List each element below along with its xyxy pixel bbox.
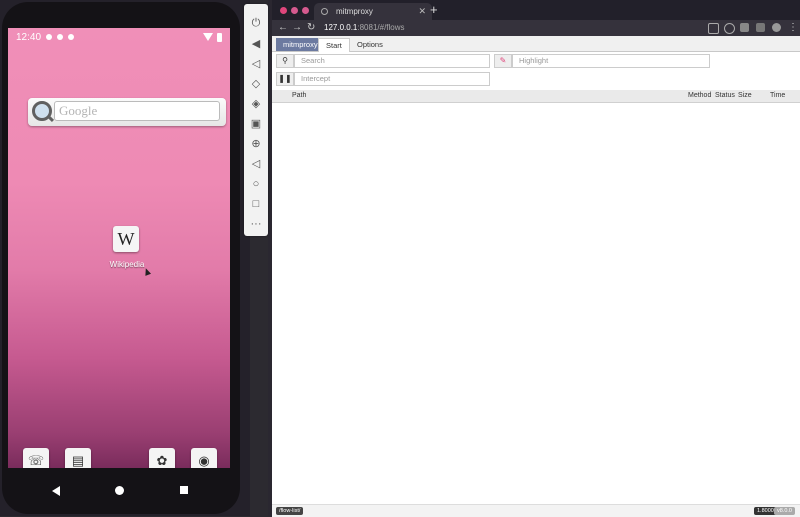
highlight-icon: ✎ [494, 54, 512, 68]
home-icon[interactable] [115, 486, 124, 495]
phone-app-icon[interactable]: ☏ [23, 448, 49, 468]
rotate-left-icon[interactable]: ◇ [248, 77, 264, 91]
extension-icon[interactable] [756, 23, 765, 32]
close-window-icon[interactable] [280, 7, 287, 14]
volume-up-icon[interactable]: ◀ [248, 37, 264, 51]
search-filter: ⚲ Search [276, 54, 490, 68]
intercept-filter: ❚❚ Intercept [276, 72, 490, 86]
search-input[interactable]: Search [294, 54, 490, 68]
store-app-icon[interactable]: ✿ [149, 448, 175, 468]
pause-icon: ❚❚ [276, 72, 294, 86]
google-search-input[interactable]: Google [54, 101, 220, 121]
tab-title: mitmproxy [336, 7, 373, 16]
notification-icon [57, 34, 64, 40]
flow-list [272, 103, 800, 503]
back-arrow-icon[interactable]: ← [278, 20, 288, 36]
tab-start[interactable]: Start [318, 38, 350, 52]
rotate-right-icon[interactable]: ◈ [248, 97, 264, 111]
tab-options[interactable]: Options [350, 38, 390, 51]
emulator-toolbar: ⏻ ◀ ◁ ◇ ◈ ▣ ⊕ ◁ ○ □ ··· [244, 4, 268, 236]
reload-icon[interactable]: ↻ [307, 20, 315, 36]
camera-icon[interactable]: ▣ [248, 117, 264, 131]
bookmark-star-icon[interactable] [724, 23, 735, 34]
overview-icon[interactable]: □ [248, 197, 264, 211]
new-tab-button[interactable]: + [430, 2, 438, 18]
home-icon[interactable]: ○ [248, 177, 264, 191]
profile-icon[interactable] [772, 23, 781, 32]
volume-down-icon[interactable]: ◁ [248, 57, 264, 71]
browser-tab-bar: mitmproxy ✕ + [272, 0, 800, 20]
zoom-icon[interactable]: ⊕ [248, 137, 264, 151]
status-time: 12:40 [16, 31, 42, 43]
share-icon[interactable] [708, 23, 719, 34]
battery-icon [217, 32, 222, 42]
search-icon [32, 101, 52, 121]
intercept-input[interactable]: Intercept [294, 72, 490, 86]
extension-icon[interactable] [740, 23, 749, 32]
search-icon: ⚲ [276, 54, 294, 68]
mitmproxy-footer: /flow-list/ 1.8000 v8.0.0 [272, 504, 800, 517]
browser-window: mitmproxy ✕ + ← → ↻ 127.0.0.1:8081/#/flo… [272, 0, 800, 517]
notification-icon [46, 34, 53, 40]
highlight-input[interactable]: Highlight [512, 54, 710, 68]
notification-icon [68, 34, 75, 40]
globe-icon [321, 8, 328, 15]
close-tab-icon[interactable]: ✕ [418, 3, 426, 20]
footer-version-badge: v8.0.0 [774, 507, 795, 515]
back-icon[interactable] [52, 486, 60, 496]
messages-app-icon[interactable]: ▤ [65, 448, 91, 468]
column-path[interactable]: Path [292, 90, 306, 102]
highlight-filter: ✎ Highlight [494, 54, 710, 68]
forward-arrow-icon[interactable]: → [292, 20, 302, 36]
flow-table-header: Path Method Status Size Time [272, 90, 800, 103]
browser-tab[interactable]: mitmproxy ✕ [314, 3, 432, 20]
column-size[interactable]: Size [738, 90, 752, 102]
android-home-screen[interactable]: Google W Wikipedia ☏ ▤ ✿ ◉ [8, 28, 230, 468]
wifi-icon [203, 33, 213, 41]
minimize-window-icon[interactable] [291, 7, 298, 14]
menu-icon[interactable]: ⋮ [788, 20, 798, 36]
recent-apps-icon[interactable] [180, 486, 188, 494]
wikipedia-app-icon[interactable]: W [113, 226, 139, 252]
android-navigation-bar [8, 476, 230, 506]
address-bar: ← → ↻ 127.0.0.1:8081/#/flows ⋮ [272, 20, 800, 36]
camera-app-icon[interactable]: ◉ [191, 448, 217, 468]
back-icon[interactable]: ◁ [248, 157, 264, 171]
url-host: 127.0.0.1 [324, 23, 358, 32]
maximize-window-icon[interactable] [302, 7, 309, 14]
power-icon[interactable]: ⏻ [248, 16, 264, 30]
more-icon[interactable]: ··· [248, 217, 264, 231]
url-path: :8081/#/flows [357, 23, 405, 32]
column-status[interactable]: Status [715, 90, 735, 102]
android-status-bar: 12:40 [8, 28, 230, 46]
mitmproxy-header: mitmproxy Start Options [272, 36, 800, 52]
column-method[interactable]: Method [688, 90, 711, 102]
wikipedia-app-label: Wikipedia [109, 260, 145, 269]
url-field[interactable]: 127.0.0.1:8081/#/flows [324, 22, 624, 34]
footer-status-badge: /flow-list/ [276, 507, 304, 515]
column-time[interactable]: Time [770, 90, 785, 102]
google-search-widget[interactable]: Google [28, 98, 226, 126]
